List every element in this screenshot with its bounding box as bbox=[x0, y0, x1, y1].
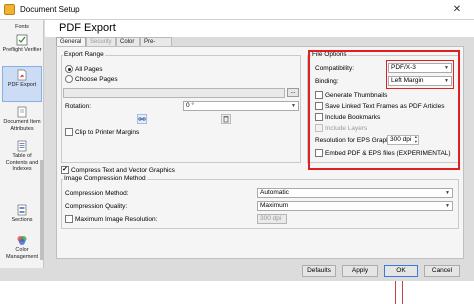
cancel-button[interactable]: Cancel bbox=[424, 265, 460, 277]
title-bar: Document Setup ✕ bbox=[0, 0, 474, 20]
max-image-resolution-label: Maximum Image Resolution: bbox=[75, 216, 158, 223]
choose-pages-radio[interactable] bbox=[65, 75, 73, 83]
sidebar-item-preflight[interactable]: Preflight Verifier bbox=[2, 34, 42, 54]
sidebar-item-color-management[interactable]: Color Management bbox=[2, 234, 42, 260]
include-layers-label: Include Layers bbox=[325, 125, 368, 132]
clip-to-printer-margins-checkbox[interactable] bbox=[65, 128, 73, 136]
max-image-resolution-checkbox[interactable] bbox=[65, 215, 73, 223]
image-compression-label: Image Compression Method bbox=[63, 175, 147, 182]
color-management-icon bbox=[17, 236, 27, 245]
embed-pdf-eps-checkbox[interactable] bbox=[315, 149, 323, 157]
eps-resolution-input[interactable]: 300 dpi ▴ ▾ bbox=[387, 134, 419, 145]
all-pages-label: All Pages bbox=[75, 66, 103, 73]
general-panel: Export Range All Pages Choose Pages ... … bbox=[56, 46, 464, 259]
page-title: PDF Export bbox=[59, 22, 116, 34]
sidebar-item-label: Preflight Verifier bbox=[2, 47, 42, 53]
rotation-label: Rotation: bbox=[65, 103, 92, 110]
document-item-icon bbox=[17, 106, 27, 118]
all-pages-radio[interactable] bbox=[65, 65, 73, 73]
browse-pages-button[interactable]: ... bbox=[287, 88, 299, 97]
compression-quality-label: Compression Quality: bbox=[65, 203, 128, 210]
toc-icon bbox=[17, 140, 27, 152]
app-icon bbox=[4, 4, 15, 15]
sidebar-scrollbar[interactable] bbox=[40, 160, 44, 260]
compression-method-value: Automatic bbox=[260, 189, 289, 196]
save-linked-text-frames-label: Save Linked Text Frames as PDF Articles bbox=[325, 103, 445, 110]
compression-quality-value: Maximum bbox=[260, 202, 289, 209]
sidebar-item-sections[interactable]: Sections bbox=[2, 204, 42, 224]
pdf-icon bbox=[17, 69, 27, 81]
spinner-icon[interactable]: ▴ ▾ bbox=[415, 134, 417, 144]
pages-input[interactable] bbox=[63, 88, 285, 98]
compatibility-label: Compatibility: bbox=[315, 65, 355, 72]
apply-button[interactable]: Apply bbox=[342, 265, 378, 277]
trash-icon[interactable] bbox=[221, 114, 231, 124]
sidebar-item-label: Color Management bbox=[5, 247, 39, 260]
rotation-value: 0 ° bbox=[186, 102, 195, 109]
export-range-label: Export Range bbox=[63, 51, 105, 58]
page-header: PDF Export bbox=[45, 20, 474, 37]
compression-method-select[interactable]: Automatic ▼ bbox=[257, 188, 453, 198]
preflight-icon bbox=[16, 34, 28, 46]
binding-label: Binding: bbox=[315, 78, 339, 85]
chevron-down-icon: ▼ bbox=[291, 103, 296, 109]
sidebar-item-label: Fonts bbox=[15, 24, 29, 30]
sidebar: Fonts Preflight Verifier PDF Export Docu… bbox=[0, 20, 44, 268]
chevron-down-icon: ▼ bbox=[445, 190, 450, 196]
compress-text-vector-checkbox[interactable]: ✓ bbox=[61, 166, 69, 174]
compress-text-vector-label: Compress Text and Vector Graphics bbox=[71, 167, 175, 174]
sidebar-item-label: Table of Contents and Indexes bbox=[5, 153, 39, 172]
sidebar-item-label: Document Item Attributes bbox=[3, 119, 41, 132]
sidebar-item-fonts[interactable]: Fonts bbox=[2, 24, 42, 31]
defaults-button[interactable]: Defaults bbox=[302, 265, 336, 277]
save-linked-text-frames-checkbox[interactable] bbox=[315, 102, 323, 110]
ok-button[interactable]: OK bbox=[384, 265, 418, 277]
clip-to-printer-margins-label: Clip to Printer Margins bbox=[75, 129, 140, 136]
background-document-area bbox=[0, 281, 474, 304]
sections-icon bbox=[17, 204, 27, 216]
window-title: Document Setup bbox=[20, 5, 80, 14]
embed-pdf-eps-label: Embed PDF & EPS files (EXPERIMENTAL) bbox=[325, 150, 451, 157]
include-bookmarks-label: Include Bookmarks bbox=[325, 114, 381, 121]
max-image-resolution-input[interactable]: 300 dpi bbox=[257, 214, 287, 224]
close-icon[interactable]: ✕ bbox=[440, 0, 474, 20]
sidebar-item-pdf-export[interactable]: PDF Export bbox=[2, 66, 42, 102]
sidebar-item-document-item-attributes[interactable]: Document Item Attributes bbox=[2, 106, 42, 132]
sidebar-item-label: PDF Export bbox=[7, 82, 37, 88]
chevron-down-icon: ▼ bbox=[445, 203, 450, 209]
generate-thumbnails-checkbox[interactable] bbox=[315, 91, 323, 99]
compression-method-label: Compression Method: bbox=[65, 190, 129, 197]
guide-line bbox=[395, 281, 396, 304]
generate-thumbnails-label: Generate Thumbnails bbox=[325, 92, 388, 99]
highlight-box-compatibility-binding bbox=[386, 60, 454, 89]
rotation-select[interactable]: 0 ° ▼ bbox=[183, 101, 299, 111]
link-icon[interactable] bbox=[137, 114, 147, 124]
choose-pages-label: Choose Pages bbox=[75, 76, 118, 83]
eps-resolution-value: 300 dpi bbox=[390, 136, 412, 143]
sidebar-item-label: Sections bbox=[11, 217, 33, 223]
include-bookmarks-checkbox[interactable] bbox=[315, 113, 323, 121]
sidebar-item-table-of-contents[interactable]: Table of Contents and Indexes bbox=[2, 140, 42, 173]
compression-quality-select[interactable]: Maximum ▼ bbox=[257, 201, 453, 211]
include-layers-checkbox[interactable] bbox=[315, 124, 323, 132]
guide-line bbox=[402, 281, 403, 304]
